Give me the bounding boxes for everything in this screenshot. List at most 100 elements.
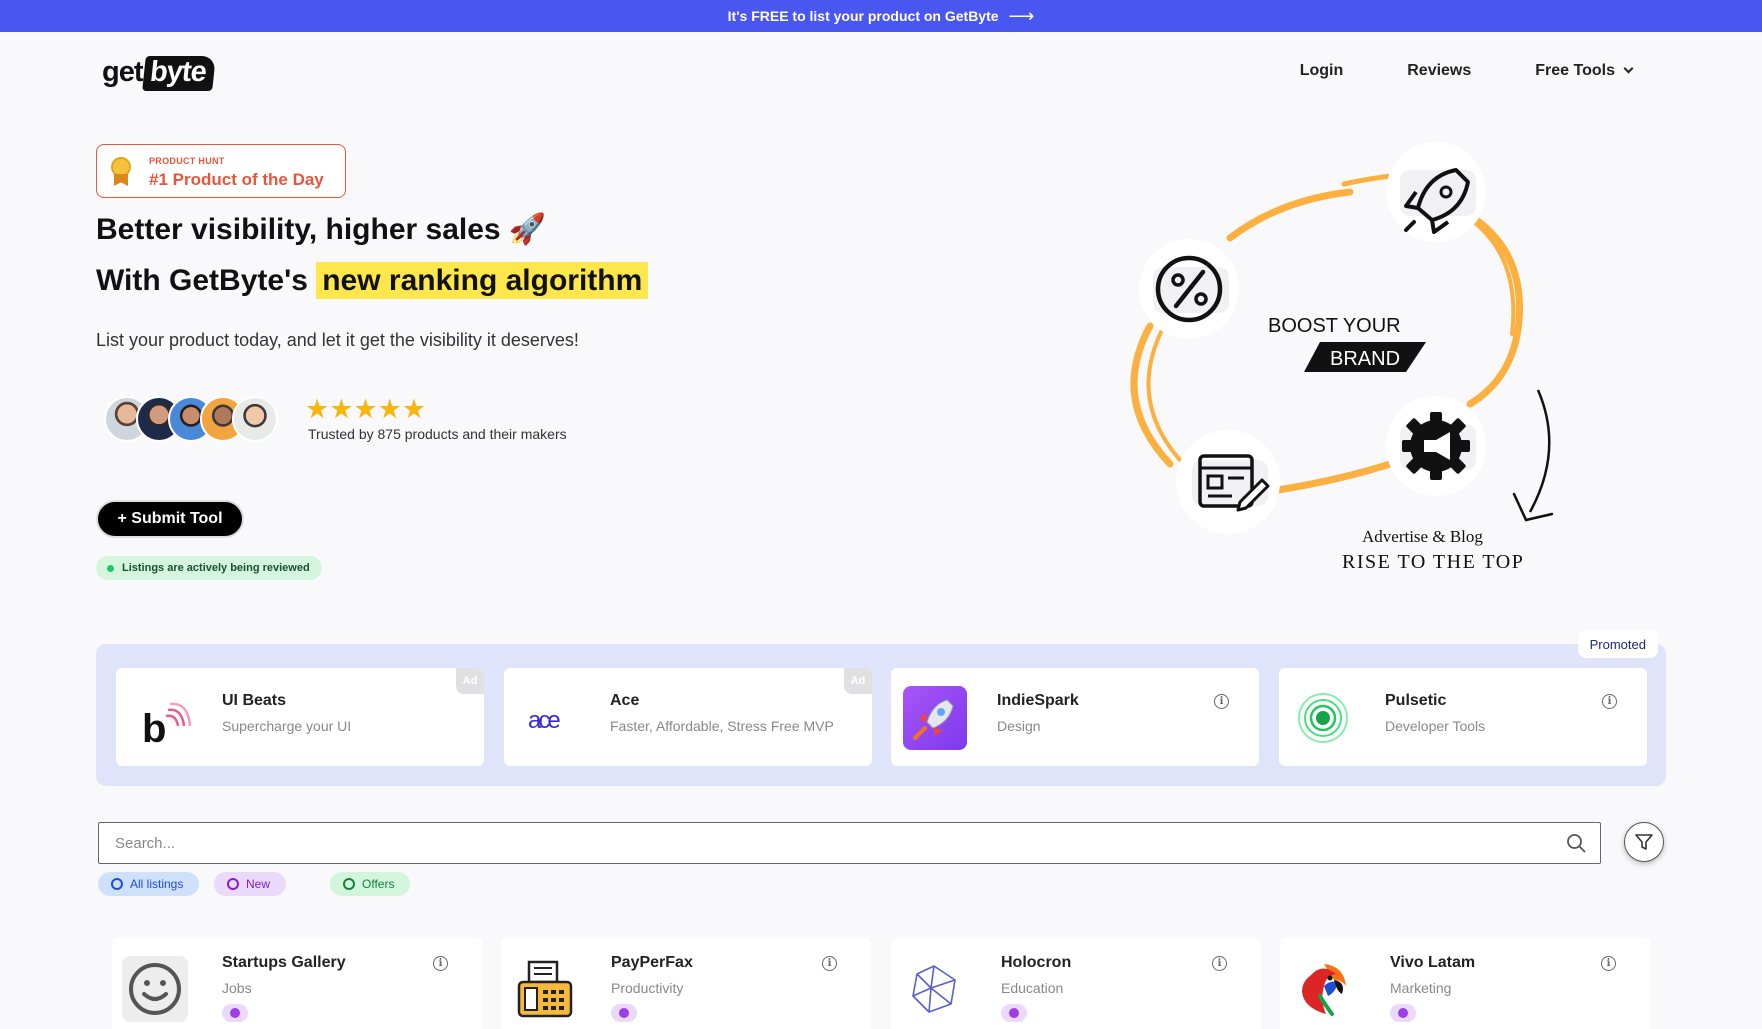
hero-heading-prefix: With GetByte's [96,264,317,297]
radio-ring-icon [343,878,355,890]
listing-name: Holocron [1001,954,1072,971]
listing-category: Productivity [611,980,684,996]
info-icon[interactable]: i [1212,956,1227,971]
avatar [232,396,278,442]
product-hunt-label: PRODUCT HUNT [149,156,225,166]
chip-label: All listings [130,877,184,891]
status-dot-icon [107,565,114,572]
info-icon[interactable]: i [822,956,837,971]
promoted-card-pulsetic[interactable]: Pulsetic Developer Tools i [1279,668,1647,766]
search-icon[interactable] [1566,833,1586,853]
listing-name: Startups Gallery [222,954,346,971]
top-announcement-banner[interactable]: It's FREE to list your product on GetByt… [0,0,1762,32]
listing-category: Jobs [222,980,252,996]
medal-ribbon-icon [114,174,128,186]
listing-name: Vivo Latam [1390,954,1476,971]
listing-name: PayPerFax [611,954,693,971]
search-input[interactable] [115,823,1515,863]
blog-article-icon-group [1176,430,1280,534]
chip-label: New [246,877,271,891]
promoted-card-ace[interactable]: ace Ace Faster, Affordable, Stress Free … [504,668,872,766]
listing-category: Marketing [1390,980,1452,996]
info-icon[interactable]: i [1602,694,1617,709]
listing-card-startups-gallery[interactable]: Startups Gallery Jobs i [112,938,482,1029]
promoted-tag: Promoted [1577,630,1658,658]
radio-ring-icon [227,878,239,890]
filter-chip-new[interactable]: New [214,872,287,896]
rating-stars: ★★★★★ [305,394,427,424]
megaphone-gear-icon-group [1386,396,1486,496]
filter-chip-offers[interactable]: Offers [330,872,411,896]
free-tools-dropdown[interactable]: Free Tools [1535,62,1634,80]
card-desc: Design [997,718,1041,734]
card-name: Pulsetic [1385,692,1447,709]
nav-links: Login Reviews Free Tools [1300,62,1634,80]
new-badge [611,1004,637,1022]
pulsetic-logo [1291,686,1355,750]
ad-badge: Ad [844,668,872,694]
advertise-blog-text: Advertise & Blog [1362,527,1483,546]
listing-card-vivo-latam[interactable]: Vivo Latam Marketing i [1280,938,1650,1029]
chevron-down-icon [1623,63,1634,74]
card-name: Ace [610,692,640,709]
promoted-section: Promoted b UI Beats Supercharge your UI … [96,630,1666,786]
hero-subtitle: List your product today, and let it get … [96,330,579,350]
percent-icon-group [1139,239,1239,339]
submit-tool-button[interactable]: + Submit Tool [96,500,244,538]
card-desc: Developer Tools [1385,718,1486,734]
getbyte-logo[interactable]: get byte [102,56,215,91]
info-icon[interactable]: i [1601,956,1616,971]
brand-text: BRAND [1330,348,1400,370]
ui-beats-logo: b [128,686,192,751]
product-hunt-badge[interactable]: PRODUCT HUNT #1 Product of the Day [96,144,346,198]
filter-button[interactable] [1624,822,1664,862]
fax-machine-icon [511,956,577,1022]
ace-logo: ace [516,686,580,750]
new-badge [1390,1004,1416,1022]
listing-category: Education [1001,980,1064,996]
reviews-link[interactable]: Reviews [1407,62,1471,80]
listing-card-holocron[interactable]: Holocron Education i [891,938,1261,1029]
filter-funnel-icon [1635,834,1653,850]
free-tools-label: Free Tools [1535,62,1615,79]
svg-text:ace: ace [528,707,560,734]
promoted-card-indiespark[interactable]: IndieSpark Design i [891,668,1259,766]
promoted-card-ui-beats[interactable]: b UI Beats Supercharge your UI Ad [116,668,484,766]
card-name: IndieSpark [997,692,1079,709]
boost-your-text: BOOST YOUR [1268,315,1401,337]
info-icon[interactable]: i [433,956,448,971]
navbar: get byte Login Reviews Free Tools [0,32,1762,110]
indiespark-logo [903,686,967,750]
ad-badge: Ad [456,668,484,694]
filter-chip-all-listings[interactable]: All listings [98,872,200,896]
product-hunt-title: #1 Product of the Day [149,170,324,189]
arrow-right-icon: ⟶ [1008,6,1035,26]
listing-status-badge: Listings are actively being reviewed [96,556,322,580]
listing-card-payperfax[interactable]: PayPerFax Productivity i [501,938,871,1029]
logo-text-byte: byte [141,56,215,91]
svg-text:b: b [142,707,166,750]
boost-brand-illustration: BOOST YOUR BRAND Advertise & Blog RISE T… [1130,142,1554,573]
smiley-face-icon [122,956,188,1022]
hero-heading-line2: With GetByte's new ranking algorithm [96,262,649,299]
logo-text-get: get [102,56,143,88]
new-badge [1001,1004,1027,1022]
rocket-icon-group [1386,142,1486,242]
parrot-logo-icon [1290,956,1356,1022]
rise-to-top-text: RISE TO THE TOP [1342,551,1524,573]
trusted-text: Trusted by 875 products and their makers [308,426,567,442]
hero-heading-line1: Better visibility, higher sales 🚀 [96,213,547,246]
card-name: UI Beats [222,692,287,709]
banner-text: It's FREE to list your product on GetByt… [727,8,999,24]
card-desc: Faster, Affordable, Stress Free MVP [610,718,834,734]
listing-status-text: Listings are actively being reviewed [122,562,310,574]
radio-ring-icon [111,878,123,890]
info-icon[interactable]: i [1214,694,1229,709]
polyhedron-icon [901,956,967,1022]
login-link[interactable]: Login [1300,62,1344,80]
hero-heading-highlight: new ranking algorithm [316,262,649,299]
search-bar [98,822,1601,864]
card-desc: Supercharge your UI [222,718,352,734]
chip-label: Offers [362,877,395,891]
new-badge [222,1004,248,1022]
